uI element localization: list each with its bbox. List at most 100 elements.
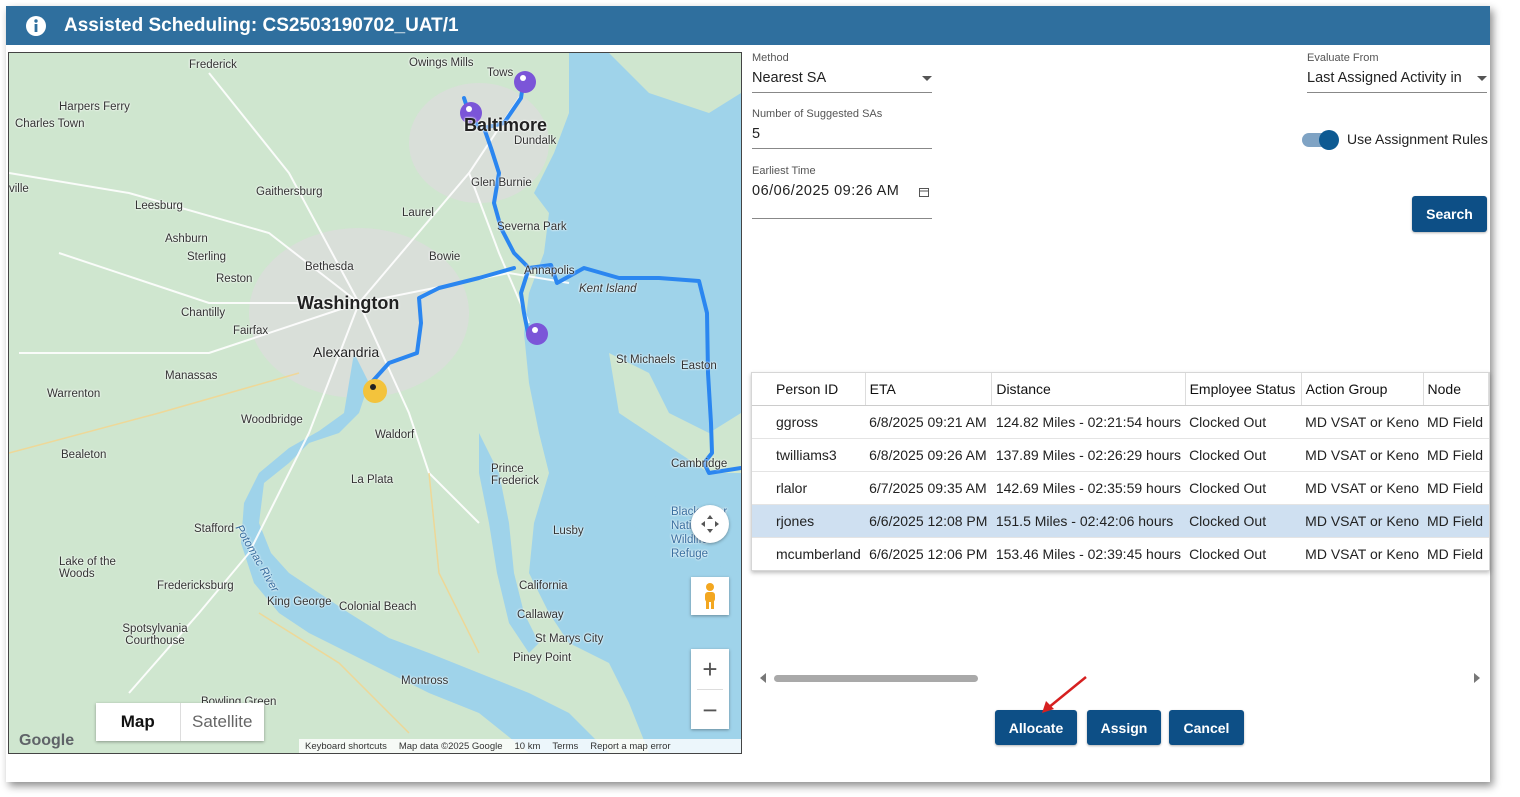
map-label-st-marys-city: St Marys City bbox=[535, 633, 604, 645]
map-label-fredericksburg: Fredericksburg bbox=[157, 580, 234, 592]
map-label-frederick: Frederick bbox=[189, 59, 237, 71]
table-row[interactable]: rjones 6/6/2025 12:08 PM 151.5 Miles - 02:… bbox=[752, 504, 1489, 538]
map-footer: Keyboard shortcuts Map data ©2025 Google… bbox=[299, 739, 741, 753]
map-type-map-tab[interactable]: Map bbox=[96, 703, 180, 741]
evaluate-from-chevron-down-icon[interactable] bbox=[1477, 76, 1487, 81]
map-label-ashburn: Ashburn bbox=[165, 233, 208, 245]
info-icon bbox=[26, 16, 46, 36]
map-label-severna-park: Severna Park bbox=[497, 221, 567, 233]
map-label-gaithersburg: Gaithersburg bbox=[256, 186, 323, 198]
table-cell: MD Field bbox=[1423, 504, 1489, 538]
table-cell: 137.89 Miles - 02:26:29 hours bbox=[991, 438, 1186, 472]
title-bar: Assisted Scheduling: CS2503190702_UAT/1 bbox=[6, 6, 1490, 45]
map-label-montross: Montross bbox=[401, 675, 449, 687]
map-label-callaway: Callaway bbox=[517, 609, 564, 621]
table-cell: 6/8/2025 09:21 AM bbox=[865, 405, 992, 439]
map-label-easton: Easton bbox=[681, 360, 717, 372]
street-view-pegman[interactable] bbox=[691, 577, 729, 615]
method-chevron-down-icon[interactable] bbox=[922, 76, 932, 81]
map-label-king-george: King George bbox=[267, 596, 332, 608]
map-label-piney-point: Piney Point bbox=[513, 652, 572, 664]
table-cell: rlalor bbox=[752, 471, 866, 505]
map-label-stafford: Stafford bbox=[194, 523, 235, 535]
table-cell: 142.69 Miles - 02:35:59 hours bbox=[991, 471, 1186, 505]
report-map-error-link[interactable]: Report a map error bbox=[590, 741, 670, 752]
map-label-cambridge: Cambridge bbox=[671, 458, 728, 470]
map-type-satellite-tab[interactable]: Satellite bbox=[179, 703, 265, 741]
table-cell: MD Field bbox=[1423, 537, 1489, 570]
assign-button[interactable]: Assign bbox=[1087, 710, 1161, 745]
col-header-employee-status[interactable]: Employee Status bbox=[1185, 373, 1302, 406]
map-label-st-michaels: St Michaels bbox=[616, 354, 676, 366]
assignment-rules-toggle[interactable] bbox=[1302, 130, 1339, 150]
cancel-button[interactable]: Cancel bbox=[1169, 710, 1244, 745]
evaluate-from-select[interactable]: Last Assigned Activity in bbox=[1307, 70, 1462, 86]
map-type-control: Map Satellite bbox=[96, 703, 264, 741]
earliest-time-underline bbox=[752, 218, 932, 219]
map-label-reston: Reston bbox=[216, 273, 253, 285]
map-view[interactable]: Washington Baltimore Alexandria Annapoli… bbox=[8, 52, 742, 754]
map-label-spotsylvania: Spotsylvania Courthouse bbox=[122, 623, 188, 647]
scroll-left-icon[interactable] bbox=[760, 673, 766, 683]
annotation-arrow-icon bbox=[1042, 676, 1087, 713]
map-label-lusby: Lusby bbox=[553, 525, 584, 537]
map-pan-control[interactable] bbox=[691, 505, 729, 543]
assignment-rules-label: Use Assignment Rules bbox=[1347, 131, 1488, 147]
evaluate-from-label: Evaluate From bbox=[1307, 52, 1379, 64]
dialog-title: Assisted Scheduling: CS2503190702_UAT/1 bbox=[64, 15, 459, 36]
method-underline bbox=[752, 92, 932, 93]
table-cell: MD VSAT or Keno bbox=[1301, 471, 1424, 505]
num-suggested-input[interactable]: 5 bbox=[752, 126, 760, 142]
evaluate-from-underline bbox=[1307, 92, 1487, 93]
col-header-action-group[interactable]: Action Group bbox=[1301, 373, 1424, 406]
map-label-bowie: Bowie bbox=[429, 251, 461, 263]
map-label-waldorf: Waldorf bbox=[375, 429, 415, 441]
earliest-time-input[interactable]: 06/06/2025 09:26 AM bbox=[752, 183, 899, 199]
table-cell: 6/6/2025 12:06 PM bbox=[865, 537, 992, 570]
table-horizontal-scrollbar[interactable] bbox=[758, 672, 1482, 684]
col-header-node[interactable]: Node bbox=[1423, 373, 1489, 406]
table-cell: MD VSAT or Keno bbox=[1301, 537, 1424, 570]
earliest-time-label: Earliest Time bbox=[752, 165, 816, 177]
zoom-out-button[interactable]: − bbox=[691, 690, 729, 730]
map-label-laurel: Laurel bbox=[402, 207, 434, 219]
zoom-in-button[interactable]: + bbox=[691, 649, 729, 689]
table-cell: MD Field bbox=[1423, 405, 1489, 439]
table-cell: MD Field bbox=[1423, 471, 1489, 505]
map-label-washington: Washington bbox=[297, 293, 400, 313]
map-label-ville: ville bbox=[9, 183, 29, 195]
map-label-chantilly: Chantilly bbox=[181, 307, 226, 319]
col-header-eta[interactable]: ETA bbox=[865, 373, 993, 406]
move-icon bbox=[701, 515, 719, 533]
table-cell: 151.5 Miles - 02:42:06 hours bbox=[991, 504, 1186, 538]
table-cell: ggross bbox=[752, 405, 866, 439]
table-row[interactable]: twilliams3 6/8/2025 09:26 AM 137.89 Miles … bbox=[752, 438, 1489, 472]
scrollbar-thumb[interactable] bbox=[774, 675, 978, 682]
pegman-icon bbox=[705, 583, 715, 609]
scroll-right-icon[interactable] bbox=[1474, 673, 1480, 683]
col-header-distance[interactable]: Distance bbox=[991, 373, 1186, 406]
keyboard-shortcuts-link[interactable]: Keyboard shortcuts bbox=[305, 741, 387, 752]
col-header-person-id[interactable]: Person ID bbox=[752, 373, 866, 406]
table-cell: Clocked Out bbox=[1185, 504, 1302, 538]
num-suggested-label: Number of Suggested SAs bbox=[752, 108, 883, 120]
search-button[interactable]: Search bbox=[1412, 196, 1487, 232]
method-select[interactable]: Nearest SA bbox=[752, 70, 826, 86]
zoom-control: + − bbox=[691, 649, 729, 729]
table-row[interactable]: mcumberland 6/6/2025 12:06 PM 153.46 Miles… bbox=[752, 537, 1489, 570]
calendar-icon[interactable] bbox=[919, 187, 929, 197]
results-table: Person ID ETA Distance Employee Status A… bbox=[752, 373, 1489, 570]
map-scale[interactable]: 10 km bbox=[515, 741, 541, 752]
map-canvas[interactable] bbox=[9, 53, 741, 753]
table-row[interactable]: rlalor 6/7/2025 09:35 AM 142.69 Miles - 02… bbox=[752, 471, 1489, 505]
num-suggested-underline bbox=[752, 148, 932, 149]
map-label-prince-frederick: Prince Frederick bbox=[491, 463, 539, 487]
table-cell: 6/7/2025 09:35 AM bbox=[865, 471, 992, 505]
map-label-kent-island: Kent Island bbox=[579, 283, 637, 295]
map-label-glen-burnie: Glen Burnie bbox=[471, 177, 532, 189]
map-label-bethesda: Bethesda bbox=[305, 261, 354, 273]
table-row[interactable]: ggross 6/8/2025 09:21 AM 124.82 Miles - 02… bbox=[752, 405, 1489, 439]
table-cell: Clocked Out bbox=[1185, 405, 1302, 439]
terms-link[interactable]: Terms bbox=[552, 741, 578, 752]
table-cell: Clocked Out bbox=[1185, 537, 1302, 570]
